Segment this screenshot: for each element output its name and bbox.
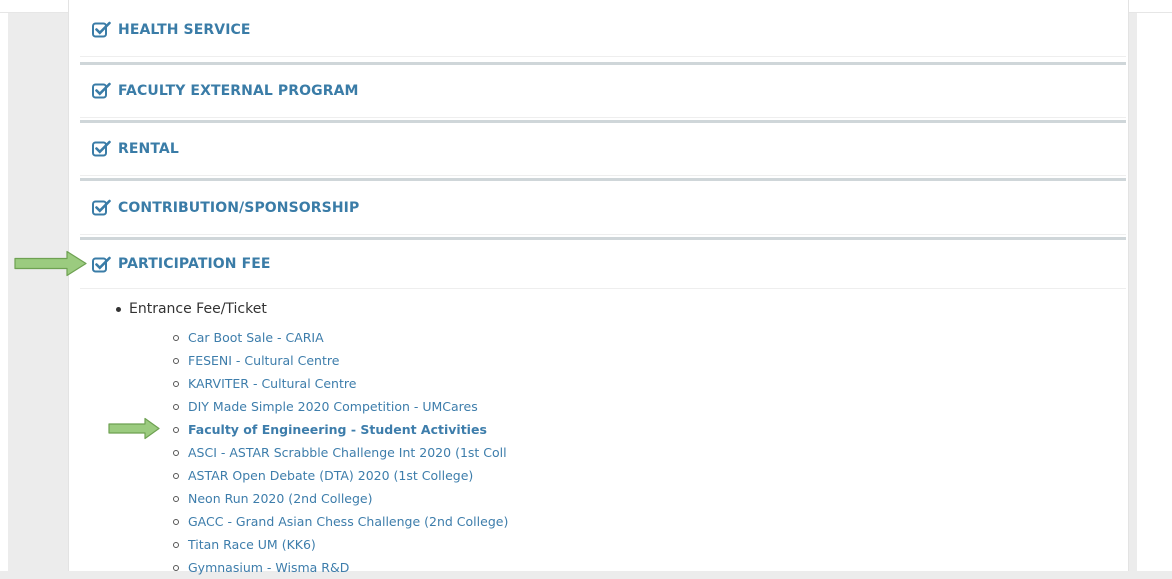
accordion-header-participation-fee[interactable]: PARTICIPATION FEE — [80, 240, 1126, 289]
fee-item-list: Car Boot Sale - CARIA FESENI - Cultural … — [173, 326, 508, 579]
list-item: DIY Made Simple 2020 Competition - UMCar… — [173, 395, 508, 418]
bullet-circle — [173, 449, 179, 456]
checkbox-check-icon — [92, 82, 111, 99]
category-label: Entrance Fee/Ticket — [129, 301, 267, 317]
list-item: ASTAR Open Debate (DTA) 2020 (1st Colleg… — [173, 464, 508, 487]
fee-item-link[interactable]: DIY Made Simple 2020 Competition - UMCar… — [188, 399, 478, 414]
fee-item-link[interactable]: Neon Run 2020 (2nd College) — [188, 491, 373, 506]
checkbox-check-icon — [92, 21, 111, 38]
section-title: HEALTH SERVICE — [118, 21, 251, 38]
fee-item-link[interactable]: Titan Race UM (KK6) — [188, 537, 316, 552]
list-item: Titan Race UM (KK6) — [173, 533, 508, 556]
bullet-circle — [173, 334, 179, 341]
list-item: Gymnasium - Wisma R&D — [173, 556, 508, 579]
list-item: ASCI - ASTAR Scrabble Challenge Int 2020… — [173, 441, 508, 464]
list-item-selected: Faculty of Engineering - Student Activit… — [173, 418, 508, 441]
fee-item-link[interactable]: ASCI - ASTAR Scrabble Challenge Int 2020… — [188, 445, 507, 460]
participation-fee-content: Entrance Fee/Ticket Car Boot Sale - CARI… — [80, 289, 1126, 575]
checkbox-check-icon — [92, 199, 111, 216]
fee-item-link[interactable]: Car Boot Sale - CARIA — [188, 330, 324, 345]
bullet-circle — [173, 472, 179, 479]
list-item: Neon Run 2020 (2nd College) — [173, 487, 508, 510]
checkbox-check-icon — [92, 256, 111, 272]
list-item: GACC - Grand Asian Chess Challenge (2nd … — [173, 510, 508, 533]
accordion-section-rental: RENTAL — [80, 122, 1126, 176]
list-item: KARVITER - Cultural Centre — [173, 372, 508, 395]
right-margin — [1137, 13, 1172, 571]
bullet-circle — [173, 403, 179, 410]
accordion-header-contribution-sponsorship[interactable]: CONTRIBUTION/SPONSORSHIP — [80, 181, 1126, 235]
bullet-circle — [173, 495, 179, 502]
section-title: CONTRIBUTION/SPONSORSHIP — [118, 199, 360, 216]
fee-item-link[interactable]: Gymnasium - Wisma R&D — [188, 560, 349, 575]
accordion-header-health-service[interactable]: HEALTH SERVICE — [80, 3, 1126, 57]
bullet-circle — [173, 518, 179, 525]
bullet-circle — [173, 357, 179, 364]
section-title: FACULTY EXTERNAL PROGRAM — [118, 82, 359, 99]
bullet-dot — [116, 306, 121, 312]
accordion-section-health-service: HEALTH SERVICE — [80, 0, 1126, 57]
accordion-header-rental[interactable]: RENTAL — [80, 122, 1126, 176]
list-item: FESENI - Cultural Centre — [173, 349, 508, 372]
category-item: Entrance Fee/Ticket — [116, 301, 267, 317]
section-title: RENTAL — [118, 140, 179, 157]
accordion-header-faculty-external-program[interactable]: FACULTY EXTERNAL PROGRAM — [80, 64, 1126, 118]
green-arrow-icon — [14, 250, 87, 277]
fee-item-link[interactable]: FESENI - Cultural Centre — [188, 353, 339, 368]
green-arrow-icon — [108, 417, 160, 440]
accordion-section-faculty-external-program: FACULTY EXTERNAL PROGRAM — [80, 64, 1126, 118]
fee-item-link[interactable]: GACC - Grand Asian Chess Challenge (2nd … — [188, 514, 508, 529]
bullet-circle — [173, 564, 179, 571]
accordion-section-contribution-sponsorship: CONTRIBUTION/SPONSORSHIP — [80, 181, 1126, 236]
fee-item-link[interactable]: KARVITER - Cultural Centre — [188, 376, 356, 391]
bullet-circle — [173, 541, 179, 548]
accordion-section-participation-fee: PARTICIPATION FEE — [80, 240, 1126, 289]
bullet-circle — [173, 380, 179, 387]
fee-item-link-selected[interactable]: Faculty of Engineering - Student Activit… — [188, 422, 487, 437]
list-item: Car Boot Sale - CARIA — [173, 326, 508, 349]
bullet-circle — [173, 426, 179, 433]
checkbox-check-icon — [92, 140, 111, 157]
fee-item-link[interactable]: ASTAR Open Debate (DTA) 2020 (1st Colleg… — [188, 468, 473, 483]
left-margin — [0, 13, 8, 571]
section-title: PARTICIPATION FEE — [118, 256, 271, 272]
